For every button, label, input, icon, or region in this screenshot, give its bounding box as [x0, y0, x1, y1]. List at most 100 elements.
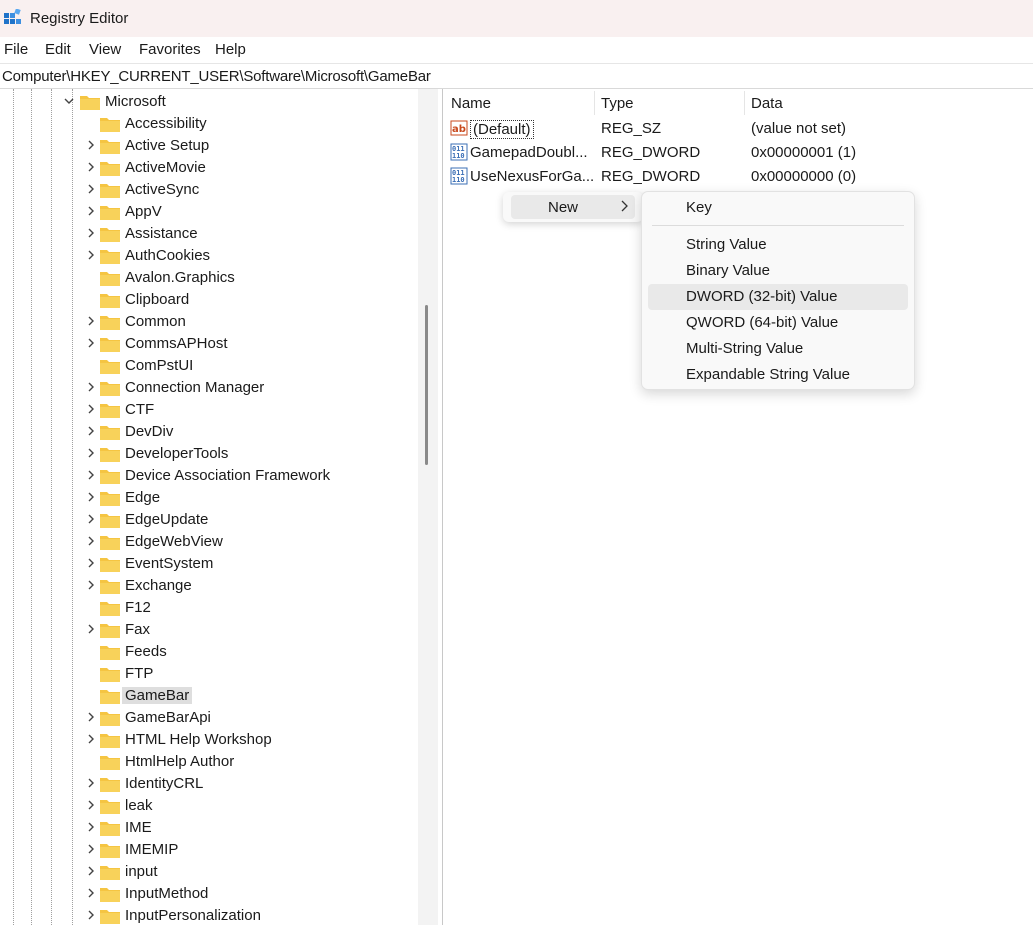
tree-item[interactable]: DeveloperTools [0, 443, 420, 465]
chevron-right-icon[interactable] [86, 536, 96, 546]
chevron-right-icon[interactable] [86, 866, 96, 876]
tree-item[interactable]: InputPersonalization [0, 905, 420, 925]
tree-item[interactable]: AppV [0, 201, 420, 223]
tree-item[interactable]: input [0, 861, 420, 883]
tree-item[interactable]: ComPstUI [0, 355, 420, 377]
tree-item[interactable]: F12 [0, 597, 420, 619]
tree-item[interactable]: InputMethod [0, 883, 420, 905]
tree-item[interactable]: DevDiv [0, 421, 420, 443]
tree-item[interactable]: GameBar [0, 685, 420, 707]
tree-item[interactable]: Connection Manager [0, 377, 420, 399]
value-row[interactable]: ab (Default) REG_SZ (value not set) [443, 117, 1033, 141]
folder-icon [100, 624, 120, 638]
menu-file[interactable]: File [4, 41, 28, 58]
chevron-right-icon[interactable] [86, 382, 96, 392]
scrollbar-thumb[interactable] [425, 305, 428, 465]
folder-icon [100, 426, 120, 440]
chevron-right-icon[interactable] [86, 800, 96, 810]
menu-edit[interactable]: Edit [45, 41, 71, 58]
tree-item[interactable]: AuthCookies [0, 245, 420, 267]
tree-item[interactable]: Active Setup [0, 135, 420, 157]
tree-item[interactable]: Accessibility [0, 113, 420, 135]
tree-item[interactable]: FTP [0, 663, 420, 685]
tree-item[interactable]: IdentityCRL [0, 773, 420, 795]
submenu-item-string-value[interactable]: String Value [648, 232, 908, 258]
address-bar[interactable]: Computer\HKEY_CURRENT_USER\Software\Micr… [0, 63, 1033, 89]
folder-icon [100, 492, 120, 506]
column-header-name[interactable]: Name [451, 95, 491, 112]
folder-icon [100, 360, 120, 374]
chevron-right-icon[interactable] [86, 844, 96, 854]
tree-item[interactable]: Common [0, 311, 420, 333]
menu-favorites[interactable]: Favorites [139, 41, 201, 58]
tree-item[interactable]: leak [0, 795, 420, 817]
chevron-right-icon[interactable] [86, 162, 96, 172]
tree-scrollbar[interactable] [418, 89, 438, 925]
value-row[interactable]: 011 110 UseNexusForGa... REG_DWORD 0x0000… [443, 165, 1033, 189]
column-header-type[interactable]: Type [601, 95, 634, 112]
tree-item[interactable]: CommsAPHost [0, 333, 420, 355]
chevron-right-icon[interactable] [86, 140, 96, 150]
column-header-data[interactable]: Data [751, 95, 783, 112]
chevron-right-icon[interactable] [86, 448, 96, 458]
chevron-right-icon[interactable] [86, 558, 96, 568]
context-menu-new[interactable]: New [511, 195, 635, 219]
tree-item[interactable]: Exchange [0, 575, 420, 597]
chevron-right-icon[interactable] [86, 250, 96, 260]
column-separator[interactable] [594, 91, 595, 115]
chevron-right-icon[interactable] [86, 514, 96, 524]
tree-item[interactable]: EdgeWebView [0, 531, 420, 553]
tree-item-label: GameBar [122, 687, 193, 704]
chevron-right-icon[interactable] [86, 734, 96, 744]
chevron-right-icon[interactable] [86, 778, 96, 788]
chevron-right-icon[interactable] [86, 712, 96, 722]
chevron-right-icon[interactable] [86, 470, 96, 480]
submenu-item-binary-value[interactable]: Binary Value [648, 258, 908, 284]
chevron-right-icon[interactable] [86, 184, 96, 194]
tree-item[interactable]: ActiveSync [0, 179, 420, 201]
column-separator[interactable] [744, 91, 745, 115]
submenu-item-multi-string-value[interactable]: Multi-String Value [648, 336, 908, 362]
chevron-right-icon[interactable] [86, 910, 96, 920]
tree-item[interactable]: Device Association Framework [0, 465, 420, 487]
chevron-right-icon[interactable] [86, 624, 96, 634]
menu-help[interactable]: Help [215, 41, 246, 58]
chevron-right-icon[interactable] [86, 316, 96, 326]
chevron-right-icon[interactable] [86, 426, 96, 436]
chevron-right-icon[interactable] [86, 888, 96, 898]
tree-item[interactable]: EdgeUpdate [0, 509, 420, 531]
submenu-item-dword-value[interactable]: DWORD (32-bit) Value [648, 284, 908, 310]
tree-item[interactable]: IME [0, 817, 420, 839]
tree-item[interactable]: Clipboard [0, 289, 420, 311]
folder-icon [100, 844, 120, 858]
chevron-right-icon[interactable] [86, 404, 96, 414]
chevron-right-icon[interactable] [86, 338, 96, 348]
tree-item[interactable]: Avalon.Graphics [0, 267, 420, 289]
tree-item[interactable]: Assistance [0, 223, 420, 245]
chevron-right-icon[interactable] [86, 822, 96, 832]
chevron-right-icon[interactable] [86, 228, 96, 238]
menu-view[interactable]: View [89, 41, 121, 58]
tree-item-microsoft[interactable]: Microsoft [0, 91, 420, 113]
tree-item[interactable]: Fax [0, 619, 420, 641]
tree-item[interactable]: Edge [0, 487, 420, 509]
chevron-right-icon[interactable] [86, 206, 96, 216]
chevron-down-icon[interactable] [64, 96, 74, 106]
address-path[interactable]: Computer\HKEY_CURRENT_USER\Software\Micr… [2, 68, 431, 85]
submenu-item-qword-value[interactable]: QWORD (64-bit) Value [648, 310, 908, 336]
tree-item[interactable]: HtmlHelp Author [0, 751, 420, 773]
chevron-right-icon[interactable] [86, 492, 96, 502]
value-row[interactable]: 011 110 GamepadDoubl... REG_DWORD 0x00000… [443, 141, 1033, 165]
tree-item[interactable]: Feeds [0, 641, 420, 663]
submenu-item-expandable-string-value[interactable]: Expandable String Value [648, 362, 908, 388]
tree-item[interactable]: IMEMIP [0, 839, 420, 861]
tree-item[interactable]: ActiveMovie [0, 157, 420, 179]
tree-item[interactable]: CTF [0, 399, 420, 421]
tree-item[interactable]: HTML Help Workshop [0, 729, 420, 751]
tree-item[interactable]: EventSystem [0, 553, 420, 575]
chevron-right-icon[interactable] [86, 580, 96, 590]
tree-item[interactable]: GameBarApi [0, 707, 420, 729]
tree-item-label: Edge [125, 489, 161, 506]
folder-icon [100, 316, 120, 330]
submenu-item-key[interactable]: Key [648, 195, 908, 221]
